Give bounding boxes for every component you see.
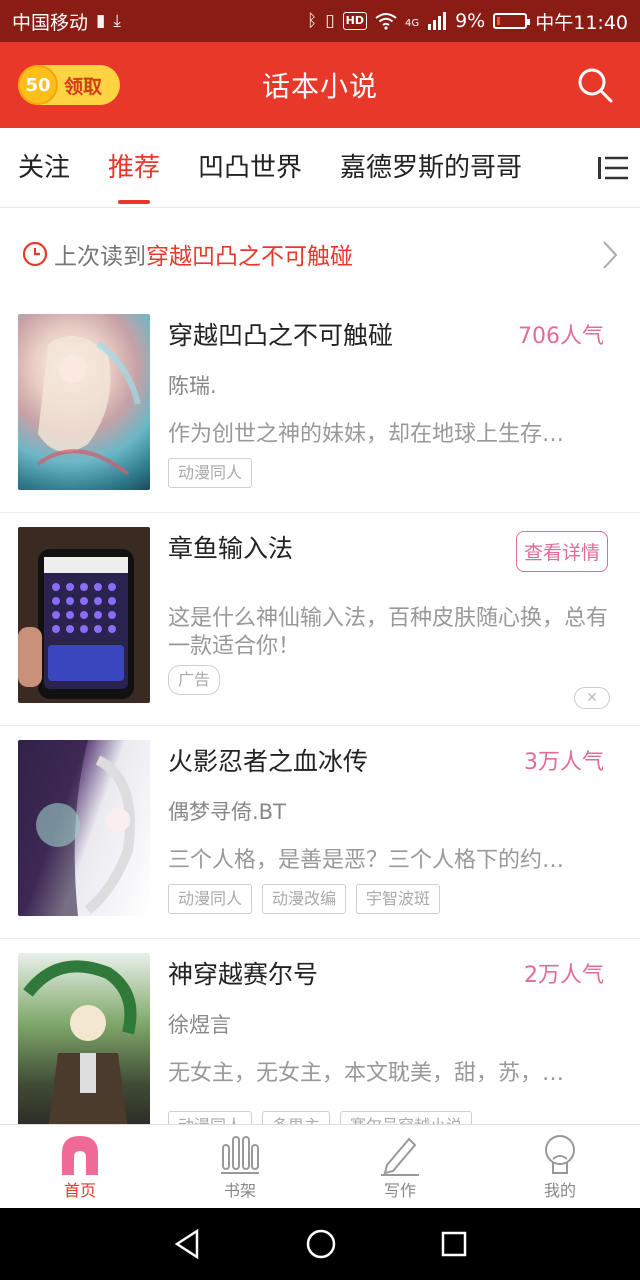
book-title: 火影忍者之血冰传 bbox=[168, 747, 369, 776]
nav-label: 书架 bbox=[223, 1181, 256, 1200]
vibrate-icon: ▯ bbox=[325, 11, 335, 31]
nav-label: 首页 bbox=[63, 1181, 96, 1200]
category-tabs: 关注 推荐 凹凸世界 嘉德罗斯的哥哥 bbox=[0, 128, 640, 208]
book-cover bbox=[18, 740, 150, 916]
network-type: 4G bbox=[404, 17, 420, 29]
popularity-label: 3万人气 bbox=[524, 750, 604, 775]
book-list: 穿越凹凸之不可触碰 706人气 陈瑞. 作为创世之神的妹妹，却在地球上生存… 动… bbox=[0, 300, 640, 1129]
book-description: 三个人格，是善是恶？三个人格下的约… bbox=[168, 848, 565, 873]
book-cover bbox=[18, 314, 150, 490]
profile-icon bbox=[545, 1135, 575, 1174]
home-icon bbox=[62, 1136, 98, 1175]
wifi-icon bbox=[375, 13, 397, 30]
book-author: 偶梦寻倚.BT bbox=[168, 800, 286, 824]
book-description: 无女主，无女主，本文耽美，甜，苏，… bbox=[168, 1061, 565, 1086]
tab-follow[interactable]: 关注 bbox=[18, 128, 70, 207]
tag-list: 动漫同人 bbox=[168, 458, 253, 488]
nav-label: 写作 bbox=[383, 1181, 416, 1200]
last-read-prefix: 上次读到 bbox=[54, 244, 146, 270]
ad-description: 这是什么神仙输入法，百种皮肤随心换，总有一款适合你！ bbox=[168, 606, 608, 659]
ad-tag: 广告 bbox=[168, 665, 221, 695]
system-nav-bar bbox=[0, 1208, 640, 1280]
ad-item[interactable]: 章鱼输入法 查看详情 这是什么神仙输入法，百种皮肤随心换，总有一款适合你！ 广告… bbox=[0, 513, 640, 726]
chevron-right-icon bbox=[603, 241, 618, 269]
list-item[interactable]: 火影忍者之血冰传 3万人气 偶梦寻倚.BT 三个人格，是善是恶？三个人格下的约…… bbox=[0, 726, 640, 939]
pen-icon bbox=[381, 1137, 419, 1176]
last-read-book: 穿越凹凸之不可触碰 bbox=[146, 244, 353, 270]
book-description: 作为创世之神的妹妹，却在地球上生存… bbox=[168, 422, 565, 447]
tag: 宇智波斑 bbox=[356, 884, 441, 914]
tag: 动漫同人 bbox=[168, 884, 253, 914]
clock-icon bbox=[22, 241, 48, 267]
tab-brother[interactable]: 嘉德罗斯的哥哥 bbox=[340, 128, 522, 207]
battery-icon bbox=[493, 13, 531, 29]
popularity-label: 2万人气 bbox=[524, 963, 604, 988]
view-details-button[interactable]: 查看详情 bbox=[515, 531, 608, 572]
nav-bookshelf[interactable]: 书架 bbox=[160, 1125, 320, 1208]
signal-icon bbox=[428, 12, 447, 30]
tab-menu-button[interactable] bbox=[580, 128, 640, 207]
download-icon: ⤓ bbox=[113, 11, 121, 31]
ad-image bbox=[18, 527, 150, 703]
carrier-label: 中国移动 bbox=[12, 11, 89, 34]
nav-home[interactable]: 首页 bbox=[0, 1125, 160, 1208]
app-header: 50 领取 话本小说 bbox=[0, 42, 640, 128]
bluetooth-icon: ᛒ bbox=[307, 11, 318, 31]
bookshelf-icon bbox=[221, 1136, 259, 1174]
book-cover bbox=[18, 953, 150, 1129]
search-icon[interactable] bbox=[576, 66, 614, 104]
popularity-label: 706人气 bbox=[518, 324, 604, 349]
back-icon[interactable] bbox=[173, 1229, 201, 1259]
book-author: 陈瑞. bbox=[168, 374, 217, 398]
menu-icon bbox=[598, 156, 628, 180]
claim-coins-button[interactable]: 50 领取 bbox=[18, 65, 120, 105]
close-ad-button[interactable]: ✕ bbox=[574, 687, 610, 709]
battery-percent: 9% bbox=[455, 10, 486, 32]
tag: 动漫改编 bbox=[262, 884, 347, 914]
last-read-banner[interactable]: 上次读到 穿越凹凸之不可触碰 bbox=[0, 208, 640, 300]
tag-list: 动漫同人 动漫改编 宇智波斑 bbox=[168, 884, 441, 914]
book-author: 徐煜言 bbox=[168, 1013, 231, 1037]
page-title: 话本小说 bbox=[261, 70, 378, 103]
claim-label: 领取 bbox=[64, 75, 103, 98]
coin-icon: 50 bbox=[18, 65, 58, 105]
clock: 中午11:40 bbox=[535, 11, 628, 34]
nav-profile[interactable]: 我的 bbox=[480, 1125, 640, 1208]
tag-list: 广告 bbox=[168, 665, 221, 695]
close-icon: ✕ bbox=[586, 690, 598, 706]
recents-icon[interactable] bbox=[441, 1231, 467, 1257]
status-bar: 中国移动 ▮ ⤓ ᛒ ▯ HD 4G 9% 中午11:40 bbox=[0, 0, 640, 42]
notification-icon: ▮ bbox=[96, 11, 106, 31]
tag: 动漫同人 bbox=[168, 458, 253, 488]
bottom-nav: 首页 书架 写作 我的 bbox=[0, 1124, 640, 1208]
ad-title: 章鱼输入法 bbox=[168, 534, 294, 563]
home-circle-icon[interactable] bbox=[306, 1229, 336, 1259]
tab-recommend[interactable]: 推荐 bbox=[108, 128, 160, 207]
nav-write[interactable]: 写作 bbox=[320, 1125, 480, 1208]
coin-value: 50 bbox=[25, 74, 51, 96]
list-item[interactable]: 穿越凹凸之不可触碰 706人气 陈瑞. 作为创世之神的妹妹，却在地球上生存… 动… bbox=[0, 300, 640, 513]
nav-label: 我的 bbox=[543, 1181, 576, 1200]
tab-aotu-world[interactable]: 凹凸世界 bbox=[198, 128, 302, 207]
hd-badge: HD bbox=[342, 12, 367, 30]
book-title: 穿越凹凸之不可触碰 bbox=[168, 321, 394, 350]
book-title: 神穿越赛尔号 bbox=[168, 960, 319, 989]
list-item[interactable]: 神穿越赛尔号 2万人气 徐煜言 无女主，无女主，本文耽美，甜，苏，… 动漫同人 … bbox=[0, 939, 640, 1129]
